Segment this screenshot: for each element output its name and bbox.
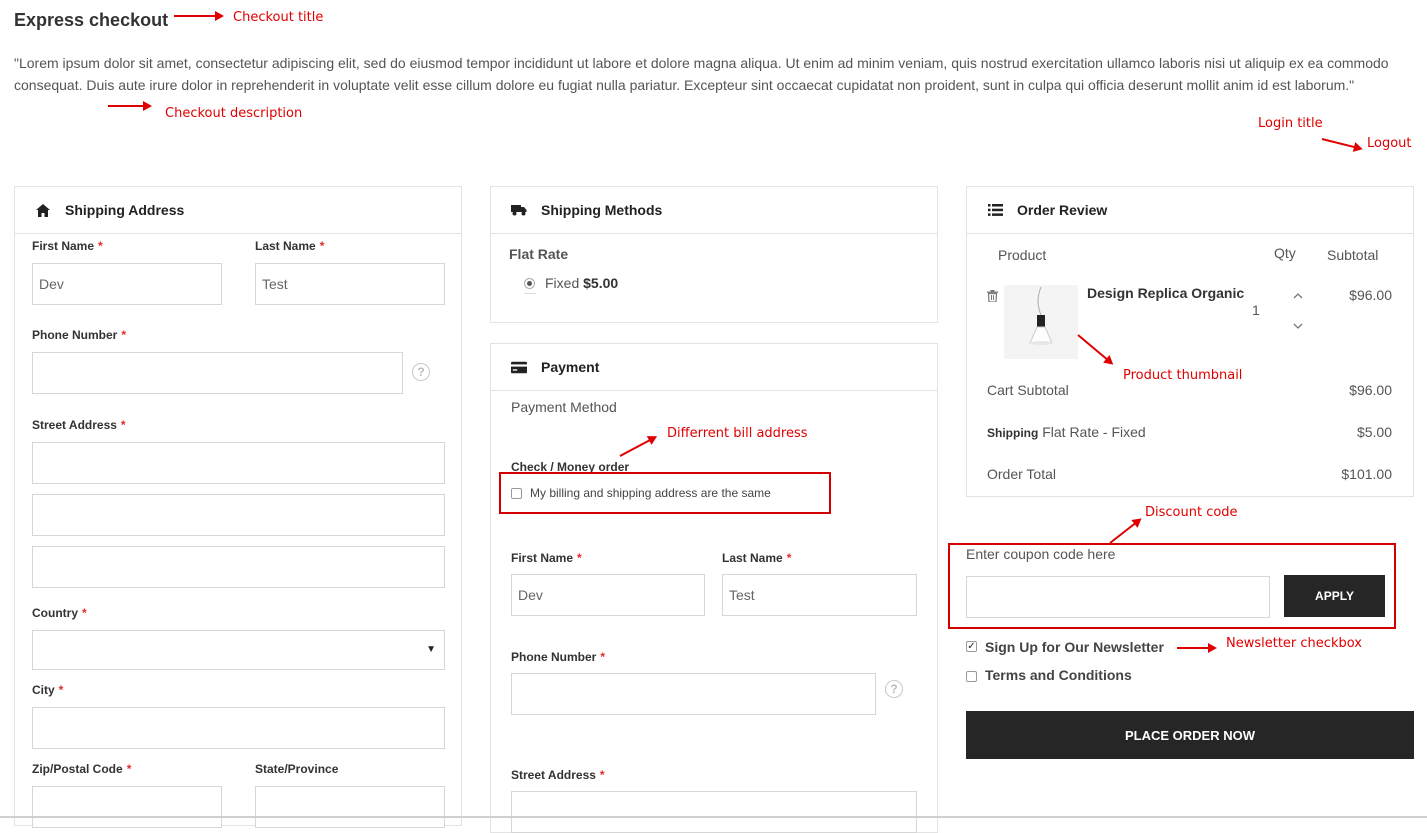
shipping-method-radio[interactable] — [524, 278, 535, 289]
annotation-different-bill-address: Differrent bill address — [667, 426, 808, 441]
billing-street-input[interactable] — [511, 791, 917, 833]
terms-label[interactable]: Terms and Conditions — [985, 667, 1132, 683]
place-order-button[interactable]: PLACE ORDER NOW — [966, 711, 1414, 759]
shipping-address-header: Shipping Address — [15, 187, 461, 234]
first-name-input[interactable]: Dev — [32, 263, 222, 305]
carrier-title: Flat Rate — [509, 246, 569, 262]
order-total-label: Order Total — [987, 466, 1056, 482]
first-name-label: First Name * — [32, 239, 103, 253]
billing-last-name-label: Last Name * — [722, 551, 792, 565]
shipping-methods-header: Shipping Methods — [491, 187, 937, 234]
country-select[interactable]: ▼ — [32, 630, 445, 670]
bottom-divider — [0, 816, 1427, 818]
page-title: Express checkout — [14, 10, 169, 30]
trash-icon[interactable] — [987, 289, 998, 307]
terms-checkbox[interactable] — [966, 669, 977, 687]
col-subtotal: Subtotal — [1327, 247, 1379, 263]
street-line-1-input[interactable] — [32, 442, 445, 484]
shipping-methods-title: Shipping Methods — [541, 202, 663, 218]
last-name-label: Last Name * — [255, 239, 325, 253]
shipping-address-panel: Shipping Address First Name * Dev Last Na… — [14, 186, 462, 828]
billing-phone-input[interactable] — [511, 673, 876, 715]
city-label: City * — [32, 683, 64, 697]
billing-first-name-label: First Name * — [511, 551, 582, 565]
coupon-label: Enter coupon code here — [966, 546, 1116, 562]
city-input[interactable] — [32, 707, 445, 749]
chevron-down-icon[interactable] — [1293, 316, 1303, 334]
order-review-panel: Order Review Product Qty Subtotal Design… — [966, 186, 1414, 497]
billing-street-label: Street Address * — [511, 768, 605, 782]
truck-icon — [511, 202, 527, 218]
qty-value[interactable]: 1 — [1252, 302, 1260, 318]
chevron-up-icon[interactable] — [1293, 291, 1303, 302]
annotation-arrow — [1177, 643, 1217, 653]
annotation-login-title: Login title — [1258, 116, 1323, 131]
cart-subtotal-value: $96.00 — [1349, 382, 1392, 398]
apply-coupon-button[interactable]: APPLY — [1284, 575, 1385, 617]
shipping-row-label: Shipping Flat Rate - Fixed — [987, 424, 1146, 440]
last-name-input[interactable]: Test — [255, 263, 445, 305]
annotation-arrow — [108, 101, 152, 111]
cart-subtotal-label: Cart Subtotal — [987, 382, 1069, 398]
street-label: Street Address * — [32, 418, 126, 432]
newsletter-label: Sign Up for Our Newsletter — [985, 639, 1164, 655]
billing-help-icon[interactable]: ? — [885, 680, 903, 698]
phone-label: Phone Number * — [32, 328, 127, 342]
payment-panel: Payment Payment Method Check / Money ord… — [490, 343, 938, 833]
annotation-arrow — [1109, 518, 1141, 544]
product-name[interactable]: Design Replica Organic — [1087, 285, 1244, 301]
annotation-newsletter-checkbox: Newsletter checkbox — [1226, 636, 1362, 651]
help-icon[interactable]: ? — [412, 363, 430, 381]
street-line-3-input[interactable] — [32, 546, 445, 588]
col-qty: Qty — [1274, 245, 1296, 261]
billing-last-name-input[interactable]: Test — [722, 574, 917, 616]
annotation-checkout-title: Checkout title — [233, 10, 324, 25]
annotation-checkout-description: Checkout description — [165, 106, 303, 121]
order-total-value: $101.00 — [1341, 466, 1392, 482]
radio-underline — [524, 293, 536, 294]
state-label: State/Province — [255, 762, 339, 776]
item-subtotal: $96.00 — [1349, 287, 1392, 303]
state-input[interactable] — [255, 786, 445, 828]
chevron-down-icon: ▼ — [426, 644, 436, 655]
annotation-discount-code: Discount code — [1145, 505, 1238, 520]
payment-title: Payment — [541, 359, 600, 375]
payment-header: Payment — [491, 344, 937, 391]
annotation-arrow — [174, 11, 224, 21]
home-icon — [35, 202, 51, 218]
product-thumbnail[interactable] — [1004, 285, 1078, 359]
street-line-2-input[interactable] — [32, 494, 445, 536]
shipping-methods-panel: Shipping Methods Flat Rate Fixed $5.00 — [490, 186, 938, 323]
shipping-method-label: Fixed $5.00 — [545, 275, 619, 291]
annotation-product-thumbnail: Product thumbnail — [1123, 368, 1243, 383]
billing-first-name-input[interactable]: Dev — [511, 574, 705, 616]
col-product: Product — [998, 247, 1047, 263]
order-review-header: Order Review — [967, 187, 1413, 234]
zip-label: Zip/Postal Code * — [32, 762, 132, 776]
zip-input[interactable] — [32, 786, 222, 828]
annotation-arrow — [1321, 138, 1362, 150]
checkout-description: "Lorem ipsum dolor sit amet, consectetur… — [14, 55, 1389, 93]
phone-input[interactable] — [32, 352, 403, 394]
list-icon — [987, 202, 1003, 218]
same-address-label: My billing and shipping address are the … — [530, 486, 771, 500]
country-label: Country * — [32, 606, 87, 620]
newsletter-checkbox[interactable]: ✓ — [966, 641, 977, 652]
coupon-input[interactable] — [966, 576, 1270, 618]
annotation-logout: Logout — [1367, 136, 1412, 151]
shipping-address-title: Shipping Address — [65, 202, 185, 218]
same-address-checkbox[interactable] — [511, 486, 522, 504]
credit-card-icon — [511, 359, 527, 375]
payment-method-label: Payment Method — [511, 399, 617, 415]
order-review-title: Order Review — [1017, 202, 1108, 218]
shipping-row-value: $5.00 — [1356, 424, 1392, 440]
billing-phone-label: Phone Number * — [511, 650, 606, 664]
